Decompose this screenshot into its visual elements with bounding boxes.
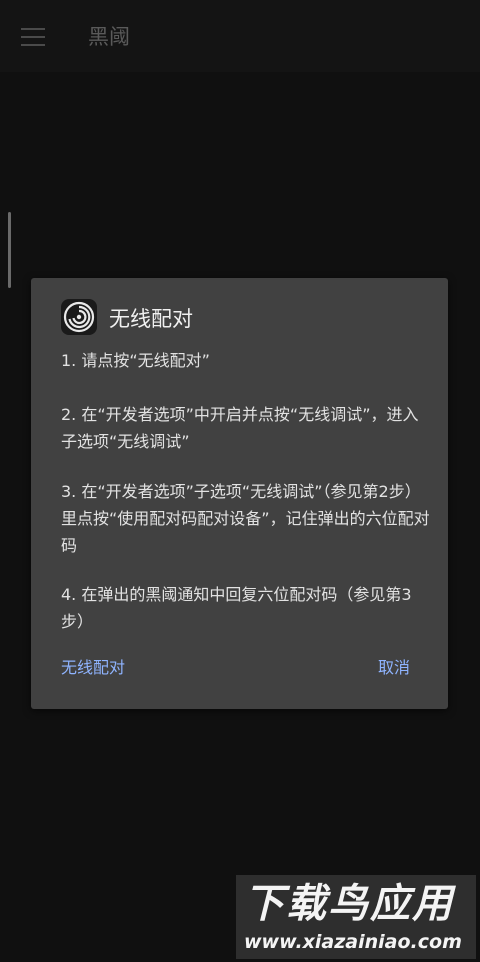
app-title: 黑阈 xyxy=(88,25,130,49)
watermark-url: www.xiazainiao.com xyxy=(244,931,462,953)
app-toolbar: 黑阈 xyxy=(0,0,480,72)
cancel-button[interactable]: 取消 xyxy=(378,656,410,680)
scrollbar-thumb[interactable] xyxy=(8,212,11,288)
dialog-title: 无线配对 xyxy=(109,307,193,331)
wireless-pair-button[interactable]: 无线配对 xyxy=(61,656,125,680)
step-2-text: 2. 在“开发者选项”中开启并点按“无线调试”，进入子选项“无线调试” xyxy=(61,405,419,451)
hamburger-menu-icon[interactable] xyxy=(21,28,45,46)
step-1-text: 1. 请点按“无线配对” xyxy=(61,351,210,370)
step-4-text: 4. 在弹出的黑阈通知中回复六位配对码（参见第3步） xyxy=(61,585,412,631)
wireless-pairing-dialog: 无线配对 1. 请点按“无线配对” 2. 在“开发者选项”中开启并点按“无线调试… xyxy=(31,278,448,709)
watermark-logo: 下载鸟应用 www.xiazainiao.com xyxy=(236,875,476,959)
watermark-text: 下载鸟应用 xyxy=(244,881,454,927)
swirl-app-icon xyxy=(61,299,97,335)
step-3-text: 3. 在“开发者选项”子选项“无线调试”（参见第2步）里点按“使用配对码配对设备… xyxy=(61,482,430,555)
